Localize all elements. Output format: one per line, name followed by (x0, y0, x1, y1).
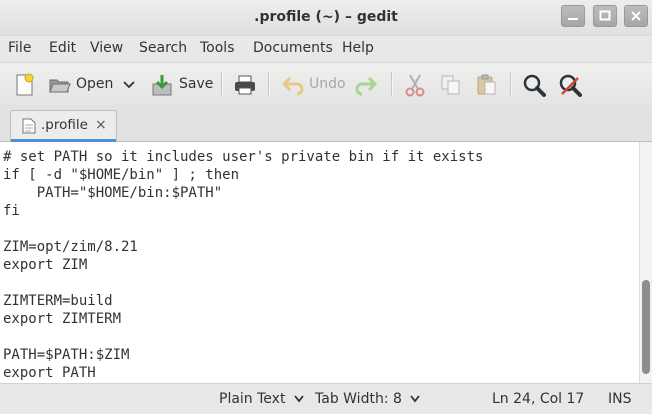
toolbar-separator (268, 72, 270, 96)
code-line: PATH=$PATH:$ZIM (3, 347, 130, 363)
chevron-down-icon (410, 395, 421, 403)
find-button[interactable] (521, 63, 549, 105)
copy-button[interactable] (438, 63, 464, 105)
tab-label: .profile (41, 117, 88, 133)
redo-icon (355, 76, 378, 96)
toolbar-separator (391, 72, 393, 96)
open-button[interactable]: Open (46, 63, 140, 105)
maximize-button[interactable] (593, 5, 617, 27)
find-replace-icon (559, 74, 582, 97)
code-line: PATH="$HOME/bin:$PATH" (3, 185, 223, 201)
language-label: Plain Text (219, 391, 286, 407)
toolbar-separator (510, 72, 512, 96)
code-line: ZIM=opt/zim/8.21 (3, 239, 138, 255)
minimize-button[interactable] (561, 5, 585, 27)
redo-button[interactable] (353, 63, 379, 105)
maximize-icon (599, 10, 611, 21)
toolbar-separator (221, 72, 223, 96)
cut-button[interactable] (402, 63, 428, 105)
tab-width-selector[interactable]: Tab Width: 8 (315, 384, 421, 414)
tab-close-button[interactable]: × (95, 111, 107, 139)
paste-button[interactable] (474, 63, 500, 105)
language-selector[interactable]: Plain Text (219, 384, 304, 414)
find-replace-button[interactable] (557, 63, 585, 105)
code-line: ZIMTERM=build (3, 293, 113, 309)
document-tab-bar: .profile × (0, 105, 652, 142)
menu-view[interactable]: View (90, 36, 123, 60)
scrollbar-thumb[interactable] (642, 280, 650, 374)
save-icon (152, 75, 172, 96)
code-line: fi (3, 203, 20, 219)
title-bar: .profile (~) – gedit (0, 0, 652, 36)
text-document-icon (22, 118, 36, 134)
code-line: if [ -d "$HOME/bin" ] ; then (3, 167, 240, 183)
folder-open-icon (49, 79, 71, 93)
chevron-down-icon (123, 81, 135, 89)
close-window-button[interactable] (624, 5, 648, 27)
code-line: export PATH (3, 365, 96, 381)
open-label: Open (76, 76, 114, 92)
menu-search[interactable]: Search (139, 36, 187, 60)
undo-button[interactable]: Undo (280, 63, 346, 105)
menu-bar: File Edit View Search Tools Documents He… (0, 36, 652, 60)
menu-documents[interactable]: Documents (253, 36, 333, 60)
code-line: export ZIMTERM (3, 311, 122, 327)
scissors-icon (405, 74, 425, 97)
cursor-position: Ln 24, Col 17 (492, 391, 585, 407)
tab-profile[interactable]: .profile × (10, 110, 117, 142)
search-icon (523, 74, 546, 97)
undo-icon (281, 76, 304, 96)
chevron-down-icon (294, 395, 304, 403)
tab-width-label: Tab Width: 8 (315, 391, 402, 407)
window-title: .profile (~) – gedit (254, 9, 398, 25)
menu-file[interactable]: File (8, 36, 31, 60)
code-line: # set PATH so it includes user's private… (3, 149, 484, 165)
code-line: export ZIM (3, 257, 88, 273)
paste-icon (477, 74, 496, 95)
minimize-icon (568, 18, 578, 20)
save-label: Save (179, 76, 214, 92)
new-document-button[interactable] (10, 63, 38, 105)
toolbar: Open Save Undo (0, 62, 652, 106)
menu-tools[interactable]: Tools (200, 36, 235, 60)
insert-mode-indicator: INS (608, 391, 632, 407)
new-document-icon (16, 73, 34, 96)
text-editor[interactable]: # set PATH so it includes user's private… (0, 142, 639, 383)
menu-edit[interactable]: Edit (49, 36, 76, 60)
close-icon (631, 11, 641, 21)
printer-icon (235, 75, 255, 95)
copy-icon (441, 75, 460, 95)
print-button[interactable] (232, 63, 258, 105)
undo-label: Undo (309, 76, 346, 92)
menu-help[interactable]: Help (342, 36, 374, 60)
vertical-scrollbar[interactable] (639, 142, 652, 383)
status-bar: Plain Text Tab Width: 8 Ln 24, Col 17 IN… (0, 383, 652, 414)
save-button[interactable]: Save (150, 63, 214, 105)
